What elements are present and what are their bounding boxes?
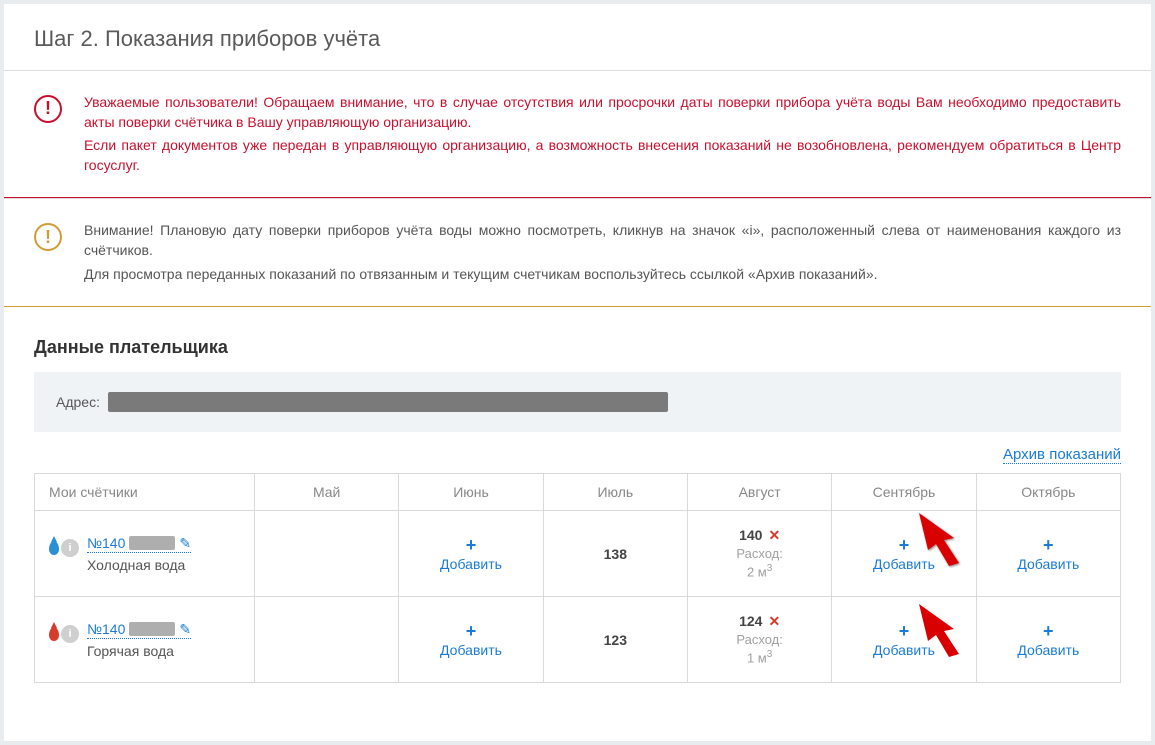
add-label: Добавить	[440, 642, 502, 658]
alert-text: Уважаемые пользователи! Обращаем внимани…	[84, 93, 1121, 132]
address-value-redacted	[108, 392, 668, 412]
plus-icon: +	[899, 622, 910, 640]
consumption-label: Расход:	[736, 631, 782, 649]
cell-may	[255, 511, 399, 597]
alert-verification: ! Уважаемые пользователи! Обращаем внима…	[4, 70, 1151, 198]
reading-value: 138	[604, 546, 627, 562]
add-label: Добавить	[440, 556, 502, 572]
alert-text: Для просмотра переданных показаний по от…	[84, 265, 1121, 285]
meter-number-prefix: №140	[87, 621, 125, 637]
cell-may	[255, 597, 399, 683]
add-label: Добавить	[1017, 642, 1079, 658]
add-reading-button[interactable]: + Добавить	[873, 622, 935, 658]
plus-icon: +	[899, 536, 910, 554]
delete-reading-button[interactable]: ✕	[768, 612, 780, 631]
edit-icon[interactable]: ✎	[179, 535, 191, 552]
col-header-october: Октябрь	[976, 474, 1120, 511]
consumption-value: 2 м3	[747, 562, 772, 581]
meter-number-prefix: №140	[87, 535, 125, 551]
add-reading-button[interactable]: + Добавить	[1017, 622, 1079, 658]
alert-text: Если пакет документов уже передан в упра…	[84, 136, 1121, 175]
add-reading-button[interactable]: + Добавить	[440, 536, 502, 572]
meter-number-link[interactable]: №140 ✎	[87, 535, 191, 553]
reading-value: 124	[739, 612, 762, 631]
add-label: Добавить	[873, 556, 935, 572]
delete-reading-button[interactable]: ✕	[768, 526, 780, 545]
payer-section-title: Данные плательщика	[4, 307, 1151, 372]
meter-number-redacted	[129, 622, 175, 636]
table-row: i №140 ✎ Горячая вода	[35, 597, 1121, 683]
plus-icon: +	[1043, 622, 1054, 640]
reading-value: 140	[739, 526, 762, 545]
edit-icon[interactable]: ✎	[179, 621, 191, 638]
archive-link[interactable]: Архив показаний	[1003, 446, 1121, 464]
info-icon[interactable]: i	[61, 625, 79, 643]
col-header-september: Сентябрь	[832, 474, 976, 511]
payer-box: Адрес:	[34, 372, 1121, 432]
plus-icon: +	[466, 536, 477, 554]
cold-water-icon	[49, 541, 59, 555]
meter-number-redacted	[129, 536, 175, 550]
add-reading-button[interactable]: + Добавить	[1017, 536, 1079, 572]
col-header-august: Август	[687, 474, 831, 511]
info-icon[interactable]: i	[61, 539, 79, 557]
consumption-label: Расход:	[736, 545, 782, 563]
warning-icon: !	[34, 95, 62, 123]
address-label: Адрес:	[56, 394, 100, 410]
hot-water-icon	[49, 627, 59, 641]
meter-type: Холодная вода	[87, 557, 191, 573]
alert-text: Внимание! Плановую дату поверки приборов…	[84, 221, 1121, 260]
page-title: Шаг 2. Показания приборов учёта	[4, 4, 1151, 70]
add-reading-button[interactable]: + Добавить	[873, 536, 935, 572]
alert-info: ! Внимание! Плановую дату поверки прибор…	[4, 198, 1151, 307]
plus-icon: +	[1043, 536, 1054, 554]
add-reading-button[interactable]: + Добавить	[440, 622, 502, 658]
meter-number-link[interactable]: №140 ✎	[87, 621, 191, 639]
meter-type: Горячая вода	[87, 643, 191, 659]
add-label: Добавить	[1017, 556, 1079, 572]
col-header-meters: Мои счётчики	[35, 474, 255, 511]
col-header-june: Июнь	[399, 474, 543, 511]
reading-value: 123	[604, 632, 627, 648]
meters-table: Мои счётчики Май Июнь Июль Август Сентяб…	[34, 473, 1121, 683]
col-header-may: Май	[255, 474, 399, 511]
add-label: Добавить	[873, 642, 935, 658]
plus-icon: +	[466, 622, 477, 640]
warning-icon: !	[34, 223, 62, 251]
col-header-july: Июль	[543, 474, 687, 511]
consumption-value: 1 м3	[747, 648, 772, 667]
table-row: i №140 ✎ Холодная вода	[35, 511, 1121, 597]
